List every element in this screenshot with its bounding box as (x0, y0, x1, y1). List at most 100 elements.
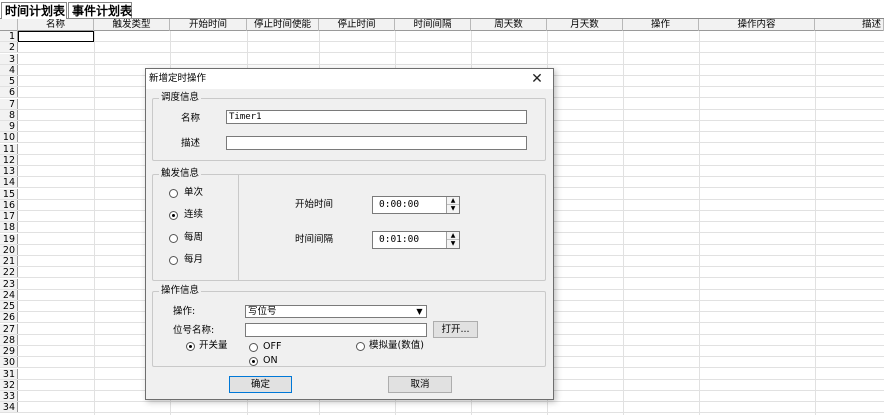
trigger-weekly-radio[interactable] (169, 234, 178, 243)
row-number[interactable]: 1 (0, 31, 18, 42)
add-timer-dialog: 新增定时操作 ✕ 调度信息 名称 Timer1 描述 触发信息 单次 连续 每周… (145, 68, 554, 400)
trigger-info-group: 触发信息 单次 连续 每周 每月 开始时间 0:00:00 ▲ ▼ 时间间隔 0… (152, 168, 546, 281)
row-number[interactable]: 2 (0, 42, 18, 53)
row-number[interactable]: 13 (0, 166, 18, 177)
row-number[interactable]: 24 (0, 289, 18, 301)
trigger-once-label: 单次 (184, 187, 204, 198)
table-row[interactable]: 2 (0, 42, 884, 54)
row-number[interactable]: 27 (0, 323, 18, 335)
spin-down-icon[interactable]: ▼ (447, 205, 459, 213)
row-number[interactable]: 34 (0, 402, 18, 413)
row-number[interactable]: 8 (0, 109, 18, 121)
row-number[interactable]: 26 (0, 312, 18, 323)
column-header-month-days[interactable]: 月天数 (547, 19, 623, 31)
schedule-info-group: 调度信息 名称 Timer1 描述 (152, 92, 546, 161)
row-number[interactable]: 32 (0, 379, 18, 391)
row-number[interactable]: 17 (0, 211, 18, 222)
cancel-button[interactable]: 取消 (388, 376, 452, 393)
ok-button[interactable]: 确定 (229, 376, 292, 393)
trigger-continuous-radio[interactable] (169, 211, 178, 220)
table-row[interactable]: 34 (0, 402, 884, 414)
row-number[interactable]: 9 (0, 121, 18, 132)
spin-down-icon[interactable]: ▼ (447, 240, 459, 248)
row-number[interactable]: 25 (0, 301, 18, 312)
name-input[interactable]: Timer1 (226, 110, 527, 124)
interval-label: 时间间隔 (295, 234, 334, 245)
spin-up-icon[interactable]: ▲ (447, 197, 459, 205)
description-input[interactable] (226, 136, 527, 150)
column-header-week-days[interactable]: 周天数 (471, 19, 547, 31)
schedule-info-legend: 调度信息 (159, 92, 202, 104)
dialog-title: 新增定时操作 (149, 73, 207, 84)
operation-select-value: 写位号 (248, 306, 277, 317)
row-number[interactable]: 16 (0, 199, 18, 211)
operation-select[interactable]: 写位号 ▼ (245, 305, 427, 318)
row-number[interactable]: 19 (0, 233, 18, 245)
trigger-monthly-label: 每月 (184, 254, 204, 265)
tab-time-schedule[interactable]: 时间计划表 (1, 2, 67, 20)
off-radio[interactable] (249, 343, 258, 352)
column-header-interval[interactable]: 时间间隔 (395, 19, 471, 31)
operation-info-legend: 操作信息 (159, 285, 202, 297)
row-number[interactable]: 20 (0, 244, 18, 256)
trigger-continuous-label: 连续 (184, 209, 204, 220)
row-number[interactable]: 29 (0, 346, 18, 357)
row-number[interactable]: 11 (0, 143, 18, 155)
row-number[interactable]: 12 (0, 154, 18, 166)
name-label: 名称 (181, 113, 201, 124)
row-number[interactable]: 6 (0, 87, 18, 98)
trigger-monthly-radio[interactable] (169, 256, 178, 265)
on-radio[interactable] (249, 357, 258, 366)
row-number[interactable]: 22 (0, 267, 18, 278)
selected-cell[interactable] (18, 31, 94, 42)
tag-name-label: 位号名称: (173, 325, 215, 336)
row-number[interactable]: 28 (0, 334, 18, 346)
column-header-stop-enable[interactable]: 停止时间使能 (247, 19, 319, 31)
interval-value: 0:01:00 (379, 234, 420, 245)
switch-type-radio[interactable] (186, 342, 195, 351)
start-time-spinner[interactable]: 0:00:00 ▲ ▼ (372, 196, 460, 214)
row-number[interactable]: 5 (0, 76, 18, 87)
column-header-stop-time[interactable]: 停止时间 (319, 19, 395, 31)
column-header-operation[interactable]: 操作 (623, 19, 699, 31)
operation-info-group: 操作信息 操作: 写位号 ▼ 位号名称: 打开... 开关量 OFF ON 模拟… (152, 285, 546, 367)
row-number[interactable]: 18 (0, 222, 18, 233)
row-number[interactable]: 3 (0, 53, 18, 65)
row-number[interactable]: 21 (0, 256, 18, 267)
table-row[interactable]: 1 (0, 31, 884, 43)
row-number[interactable]: 15 (0, 188, 18, 200)
column-header-description[interactable]: 描述 (815, 19, 884, 31)
open-button[interactable]: 打开... (433, 321, 478, 338)
description-label: 描述 (181, 138, 201, 149)
column-header-start-time[interactable]: 开始时间 (170, 19, 247, 31)
row-number[interactable]: 31 (0, 368, 18, 380)
spin-up-icon[interactable]: ▲ (447, 232, 459, 240)
chevron-down-icon[interactable]: ▼ (414, 307, 425, 317)
corner-cell[interactable] (0, 19, 18, 31)
interval-spinner[interactable]: 0:01:00 ▲ ▼ (372, 231, 460, 249)
analog-type-radio[interactable] (356, 342, 365, 351)
tab-event-schedule[interactable]: 事件计划表 (68, 2, 132, 19)
row-number[interactable]: 4 (0, 64, 18, 76)
start-time-value: 0:00:00 (379, 199, 420, 210)
column-header-trigger-type[interactable]: 触发类型 (94, 19, 170, 31)
trigger-info-legend: 触发信息 (159, 168, 202, 180)
row-number[interactable]: 10 (0, 132, 18, 143)
column-header-operation-content[interactable]: 操作内容 (699, 19, 815, 31)
operation-label: 操作: (173, 306, 196, 317)
column-header-name[interactable]: 名称 (18, 19, 94, 31)
tag-name-input[interactable] (245, 323, 427, 337)
row-number[interactable]: 23 (0, 278, 18, 290)
row-number[interactable]: 33 (0, 391, 18, 402)
trigger-once-radio[interactable] (169, 189, 178, 198)
start-time-label: 开始时间 (295, 199, 334, 210)
table-row[interactable]: 3 (0, 53, 884, 65)
table-header: 名称 触发类型 开始时间 停止时间使能 停止时间 时间间隔 周天数 月天数 操作… (0, 19, 884, 31)
row-number[interactable]: 7 (0, 98, 18, 110)
close-icon[interactable]: ✕ (529, 71, 545, 87)
dialog-titlebar: 新增定时操作 ✕ (146, 69, 553, 89)
row-number[interactable]: 30 (0, 357, 18, 368)
on-label: ON (263, 355, 278, 366)
row-number[interactable]: 14 (0, 177, 18, 188)
analog-type-label: 模拟量(数值) (369, 340, 424, 351)
